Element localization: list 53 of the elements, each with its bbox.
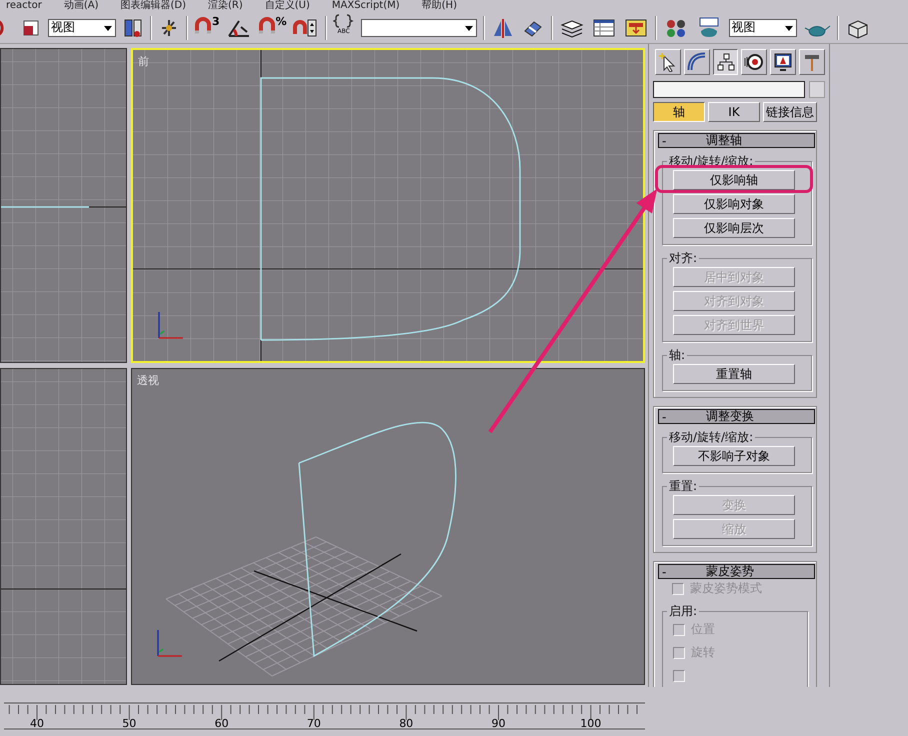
frame-number: 40	[30, 717, 44, 730]
time-ruler[interactable]	[4, 702, 646, 730]
hierarchy-icon	[716, 52, 736, 72]
color-swatch[interactable]	[809, 81, 825, 98]
panel-button[interactable]: 仅影响轴	[673, 170, 795, 190]
subtab-button[interactable]: 链接信息	[763, 102, 817, 122]
subtab-button[interactable]: 轴	[653, 102, 705, 122]
rollout-header[interactable]: - 调整轴	[658, 133, 815, 148]
spinner-snap-icon[interactable]	[292, 16, 319, 38]
frame-number: 60	[214, 717, 229, 730]
menu-item[interactable]: 动画(A)	[64, 0, 98, 12]
snap-toggle-button[interactable]: %	[258, 16, 287, 40]
menu-item[interactable]: 图表编辑器(D)	[120, 0, 186, 12]
group-label: 轴:	[668, 347, 686, 364]
panel-button[interactable]: 仅影响层次	[673, 218, 795, 238]
cursor-icon	[658, 52, 678, 72]
panel-button[interactable]: 重置轴	[673, 364, 795, 384]
rollout-header[interactable]: - 蒙皮姿势	[658, 564, 815, 579]
panel-button[interactable]: 仅影响对象	[673, 194, 795, 214]
menu-item[interactable]: reactor	[6, 0, 42, 12]
menu-item[interactable]: 帮助(H)	[422, 0, 457, 12]
name-field[interactable]	[653, 81, 805, 98]
magnet-icon	[194, 16, 212, 36]
viewport[interactable]	[0, 48, 127, 363]
selection-set-dropdown[interactable]	[360, 18, 477, 36]
snap-toggle-button[interactable]: 3	[194, 16, 220, 40]
group-label: 移动/旋转/缩放:	[668, 429, 754, 446]
view-dropdown[interactable]: 视图	[728, 18, 797, 36]
group-label: 启用:	[668, 603, 698, 620]
frame-number: 90	[492, 717, 506, 730]
frame-number: 100	[580, 717, 602, 730]
viewport[interactable]	[0, 368, 127, 685]
view-dropdown[interactable]: 视图	[48, 18, 116, 36]
braces-icon	[332, 14, 355, 28]
frame-number: 70	[306, 717, 321, 730]
monitor-icon	[773, 52, 794, 72]
arc-icon	[686, 52, 707, 72]
frame-number: 50	[122, 717, 136, 730]
window-crossing-icon[interactable]	[122, 16, 144, 38]
group-label: 重置:	[668, 478, 698, 495]
rollout-header[interactable]: - 调整变换	[658, 409, 815, 424]
schematic-icon[interactable]	[622, 16, 649, 38]
frame-number: 80	[399, 717, 414, 730]
group-label: 对齐:	[668, 250, 698, 267]
axis-tripod-icon	[157, 630, 182, 657]
magnet-icon	[258, 16, 276, 36]
axis-tripod-icon	[158, 312, 183, 339]
wheel-icon	[744, 52, 764, 72]
table-icon[interactable]	[590, 16, 617, 38]
panel-button[interactable]: 不影响子对象	[673, 446, 795, 466]
menu-item[interactable]: MAXScript(M)	[332, 0, 400, 12]
subtab-button[interactable]: IK	[708, 102, 760, 122]
panel-tab[interactable]	[712, 49, 738, 75]
